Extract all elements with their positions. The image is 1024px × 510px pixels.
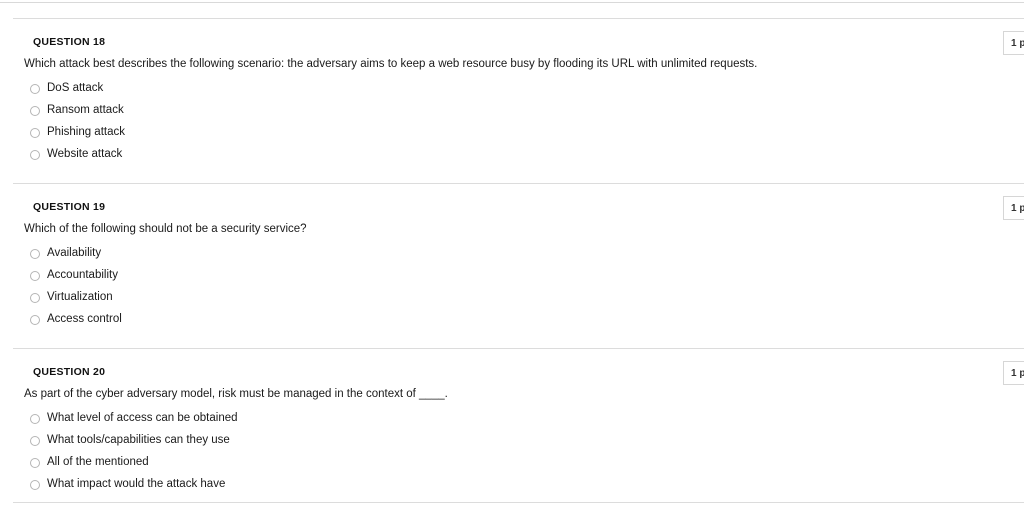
option-label: Access control: [47, 313, 122, 326]
points-badge: 1 points: [1003, 361, 1024, 385]
option-row[interactable]: What impact would the attack have: [24, 474, 724, 496]
question-options: DoS attack Ransom attack Phishing attack…: [24, 78, 724, 166]
option-row[interactable]: DoS attack: [24, 78, 724, 100]
radio-icon[interactable]: [30, 458, 40, 468]
points-badge: 1 points: [1003, 31, 1024, 55]
radio-icon[interactable]: [30, 271, 40, 281]
option-row[interactable]: Phishing attack: [24, 122, 724, 144]
radio-icon[interactable]: [30, 315, 40, 325]
option-label: Phishing attack: [47, 126, 125, 139]
question-header: QUESTION 20: [33, 366, 106, 378]
option-row[interactable]: Accountability: [24, 265, 724, 287]
points-label: 1 points: [1011, 367, 1024, 379]
option-label: DoS attack: [47, 82, 104, 95]
question-options: What level of access can be obtained Wha…: [24, 408, 724, 496]
question-header: QUESTION 19: [33, 201, 106, 213]
option-label: Website attack: [47, 148, 123, 161]
question-divider-19-20: [13, 348, 1024, 349]
option-label: What impact would the attack have: [47, 478, 226, 491]
option-row[interactable]: Website attack: [24, 144, 724, 166]
quiz-page: QUESTION 18 Which attack best describes …: [0, 0, 1024, 510]
option-label: What tools/capabilities can they use: [47, 434, 230, 447]
option-row[interactable]: Virtualization: [24, 287, 724, 309]
radio-icon[interactable]: [30, 128, 40, 138]
radio-icon[interactable]: [30, 293, 40, 303]
radio-icon[interactable]: [30, 106, 40, 116]
radio-icon[interactable]: [30, 436, 40, 446]
radio-icon[interactable]: [30, 84, 40, 94]
option-row[interactable]: All of the mentioned: [24, 452, 724, 474]
option-row[interactable]: What level of access can be obtained: [24, 408, 724, 430]
question-text: Which attack best describes the followin…: [24, 58, 758, 70]
radio-icon[interactable]: [30, 480, 40, 490]
option-label: All of the mentioned: [47, 456, 149, 469]
radio-icon[interactable]: [30, 150, 40, 160]
option-label: Ransom attack: [47, 104, 124, 117]
option-row[interactable]: Access control: [24, 309, 724, 331]
points-badge: 1 points: [1003, 196, 1024, 220]
option-label: Accountability: [47, 269, 118, 282]
top-divider: [0, 2, 1024, 3]
radio-icon[interactable]: [30, 249, 40, 259]
question-divider-18-19: [13, 183, 1024, 184]
radio-icon[interactable]: [30, 414, 40, 424]
points-label: 1 points: [1011, 37, 1024, 49]
bottom-divider: [13, 502, 1024, 503]
question-divider-top: [13, 18, 1024, 19]
option-row[interactable]: Ransom attack: [24, 100, 724, 122]
question-options: Availability Accountability Virtualizati…: [24, 243, 724, 331]
question-text: As part of the cyber adversary model, ri…: [24, 388, 448, 400]
points-label: 1 points: [1011, 202, 1024, 214]
option-label: Virtualization: [47, 291, 113, 304]
option-row[interactable]: Availability: [24, 243, 724, 265]
option-row[interactable]: What tools/capabilities can they use: [24, 430, 724, 452]
question-text: Which of the following should not be a s…: [24, 223, 307, 235]
option-label: Availability: [47, 247, 102, 260]
question-header: QUESTION 18: [33, 36, 106, 48]
option-label: What level of access can be obtained: [47, 412, 238, 425]
